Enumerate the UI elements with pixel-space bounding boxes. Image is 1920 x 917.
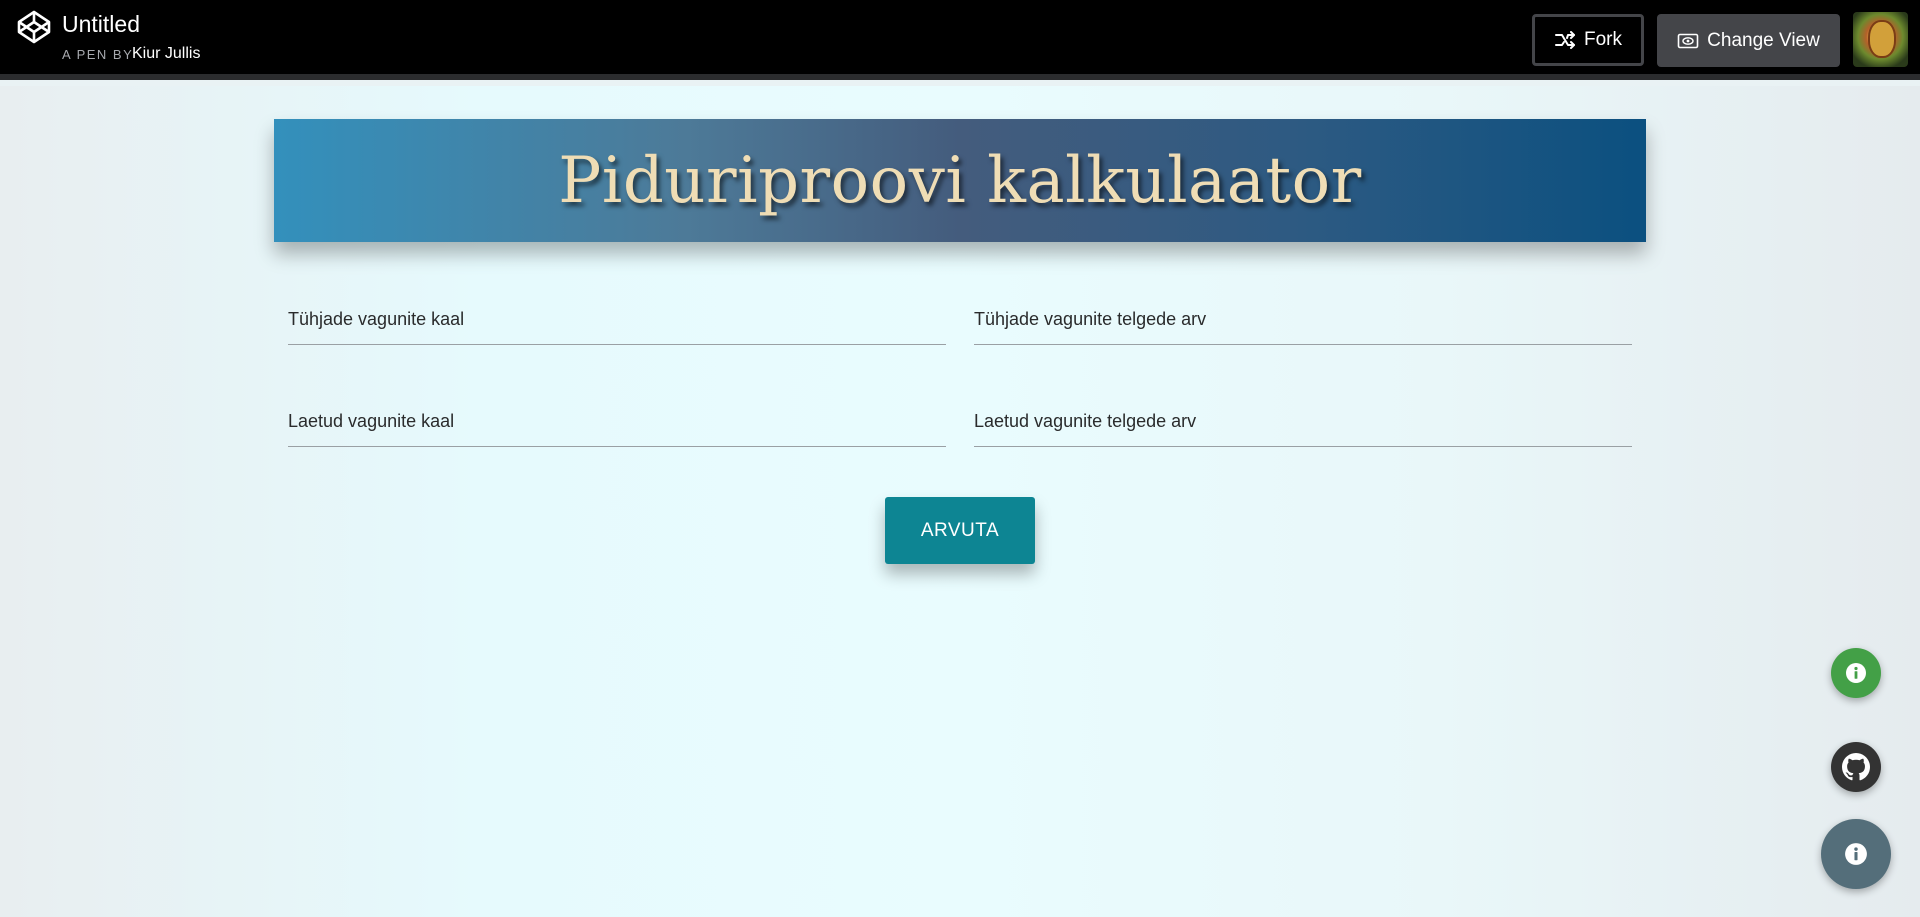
loaded-wagons-axles-input[interactable] [974, 395, 1636, 448]
empty-wagons-axles-field[interactable]: Tühjade vagunite telgede arv [974, 293, 1636, 346]
fork-icon [1555, 31, 1575, 49]
pen-by-label: A PEN BY [62, 47, 134, 62]
change-view-icon [1677, 33, 1699, 48]
info-icon [1846, 663, 1866, 683]
github-icon [1842, 753, 1870, 781]
loaded-wagons-axles-field[interactable]: Laetud vagunite telgede arv [974, 395, 1636, 448]
pen-title[interactable]: Untitled [62, 11, 140, 38]
change-view-button[interactable]: Change View [1657, 14, 1840, 67]
empty-wagons-weight-field[interactable]: Tühjade vagunite kaal [288, 293, 950, 346]
avatar-face [1868, 20, 1896, 58]
pen-author-link[interactable]: Kiur Jullis [132, 45, 200, 63]
page-title: Piduriproovi kalkulaator [558, 143, 1362, 218]
codepen-logo-icon[interactable] [17, 10, 51, 44]
title-banner: Piduriproovi kalkulaator [274, 119, 1646, 242]
empty-wagons-axles-input[interactable] [974, 293, 1636, 346]
codepen-header: Untitled A PEN BY Kiur Jullis Fork Chang… [0, 0, 1920, 80]
change-view-label: Change View [1707, 29, 1820, 51]
info-fab-button[interactable] [1831, 648, 1881, 698]
calculate-button[interactable]: ARVUTA [885, 497, 1035, 564]
fork-button[interactable]: Fork [1532, 14, 1644, 66]
fork-label: Fork [1584, 29, 1622, 50]
user-avatar[interactable] [1853, 12, 1908, 67]
empty-wagons-weight-input[interactable] [288, 293, 950, 346]
info-icon [1845, 843, 1867, 865]
loaded-wagons-weight-field[interactable]: Laetud vagunite kaal [288, 395, 950, 448]
loaded-wagons-weight-input[interactable] [288, 395, 950, 448]
calculate-button-label: ARVUTA [920, 519, 1000, 541]
github-fab-button[interactable] [1831, 742, 1881, 792]
info-main-fab-button[interactable] [1821, 819, 1891, 889]
